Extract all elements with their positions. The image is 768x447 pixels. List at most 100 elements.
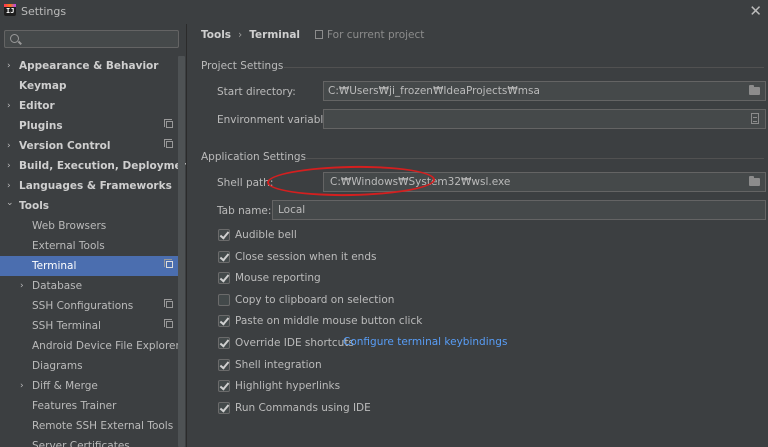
settings-sidebar: › Appearance & Behavior Keymap › Editor … <box>0 24 187 447</box>
chevron-right-icon[interactable]: › <box>7 56 11 76</box>
tab-name-field[interactable]: Local <box>272 200 766 220</box>
sidebar-item-android-device-file-explorer[interactable]: Android Device File Explorer <box>0 336 180 356</box>
sidebar-item-label: Languages & Frameworks <box>19 180 172 192</box>
option-label: Copy to clipboard on selection <box>235 294 395 306</box>
sidebar-item-label: Diagrams <box>32 360 83 372</box>
shell-path-field[interactable]: C:₩Windows₩System32₩wsl.exe <box>323 172 766 192</box>
sidebar-item-database[interactable]: › Database <box>0 276 178 296</box>
checkbox[interactable] <box>218 380 230 392</box>
search-box[interactable] <box>4 30 179 49</box>
settings-tree: › Appearance & Behavior Keymap › Editor … <box>0 56 186 447</box>
sidebar-item-label: Appearance & Behavior <box>19 60 159 72</box>
sidebar-item-plugins[interactable]: Plugins <box>0 116 178 136</box>
sidebar-item-label: SSH Terminal <box>32 320 101 332</box>
sidebar-item-label: SSH Configurations <box>32 300 134 312</box>
project-scope-icon <box>164 139 173 148</box>
chevron-down-icon[interactable]: ⌄ <box>6 193 14 213</box>
checkbox[interactable] <box>218 251 230 263</box>
option-label: Override IDE shortcuts <box>235 337 354 349</box>
sidebar-item-server-certificates[interactable]: Server Certificates <box>0 436 178 447</box>
start-directory-label: Start directory: <box>217 86 296 98</box>
chevron-right-icon[interactable]: › <box>7 136 11 156</box>
checkbox[interactable] <box>218 294 230 306</box>
option-label: Close session when it ends <box>235 251 377 263</box>
sidebar-item-label: Database <box>32 280 83 292</box>
project-scope-icon <box>164 259 173 268</box>
breadcrumb-tools[interactable]: Tools <box>201 29 231 41</box>
scope-hint: For current project <box>315 29 424 41</box>
breadcrumb-separator: › <box>238 29 243 41</box>
project-scope-icon <box>164 319 173 328</box>
checkbox[interactable] <box>218 402 230 414</box>
folder-icon[interactable] <box>749 85 760 95</box>
breadcrumb: Tools › Terminal <box>201 29 300 41</box>
sidebar-item-ssh-configurations[interactable]: SSH Configurations <box>0 296 178 316</box>
chevron-right-icon[interactable]: › <box>7 96 11 116</box>
checkbox[interactable] <box>218 337 230 349</box>
sidebar-item-ssh-terminal[interactable]: SSH Terminal <box>0 316 178 336</box>
start-directory-value: C:₩Users₩ji_frozen₩IdeaProjects₩msa <box>328 85 540 97</box>
settings-content: Tools › Terminal For current project Proje… <box>187 24 768 447</box>
option-label: Audible bell <box>235 229 297 241</box>
sidebar-item-terminal[interactable]: Terminal <box>0 256 178 276</box>
sidebar-item-label: Remote SSH External Tools <box>32 420 174 432</box>
start-directory-field[interactable]: C:₩Users₩ji_frozen₩IdeaProjects₩msa <box>323 81 766 101</box>
sidebar-item-label: Keymap <box>19 80 67 92</box>
sidebar-item-diagrams[interactable]: Diagrams <box>0 356 178 376</box>
sidebar-item-web-browsers[interactable]: Web Browsers <box>0 216 178 236</box>
sidebar-item-build-execution-deployment[interactable]: › Build, Execution, Deployment <box>0 156 186 176</box>
sidebar-item-languages-frameworks[interactable]: › Languages & Frameworks <box>0 176 178 196</box>
edit-document-icon[interactable] <box>751 113 759 124</box>
checkbox[interactable] <box>218 272 230 284</box>
sidebar-item-appearance-behavior[interactable]: › Appearance & Behavior <box>0 56 178 76</box>
chevron-right-icon[interactable]: › <box>20 276 24 296</box>
environment-variables-label: Environment variables: <box>217 114 339 126</box>
sidebar-item-label: Android Device File Explorer <box>32 340 180 352</box>
sidebar-item-label: Version Control <box>19 140 111 152</box>
option-label: Run Commands using IDE <box>235 402 371 414</box>
environment-variables-field[interactable] <box>323 109 766 129</box>
search-icon <box>10 34 19 43</box>
checkbox[interactable] <box>218 315 230 327</box>
project-scope-icon <box>164 119 173 128</box>
sidebar-item-version-control[interactable]: › Version Control <box>0 136 178 156</box>
project-settings-heading: Project Settings <box>201 60 284 72</box>
close-icon[interactable]: ✕ <box>749 2 762 20</box>
sidebar-item-diff-merge[interactable]: › Diff & Merge <box>0 376 178 396</box>
option-label: Mouse reporting <box>235 272 321 284</box>
sidebar-item-label: Plugins <box>19 120 63 132</box>
scope-label: For current project <box>327 29 425 41</box>
shell-path-label: Shell path: <box>217 177 274 189</box>
sidebar-item-label: Diff & Merge <box>32 380 98 392</box>
sidebar-item-label: External Tools <box>32 240 105 252</box>
title-bar: IJ Settings ✕ <box>0 0 768 24</box>
checkbox[interactable] <box>218 229 230 241</box>
checkbox[interactable] <box>218 359 230 371</box>
option-label: Shell integration <box>235 359 322 371</box>
sidebar-item-editor[interactable]: › Editor <box>0 96 178 116</box>
chevron-right-icon[interactable]: › <box>7 156 11 176</box>
sidebar-item-remote-ssh-external-tools[interactable]: Remote SSH External Tools <box>0 416 178 436</box>
sidebar-item-external-tools[interactable]: External Tools <box>0 236 178 256</box>
sidebar-item-label: Tools <box>19 200 50 212</box>
sidebar-item-label: Terminal <box>32 260 77 272</box>
chevron-right-icon[interactable]: › <box>20 376 24 396</box>
search-input[interactable] <box>23 31 177 49</box>
configure-keybindings-link[interactable]: Configure terminal keybindings <box>343 336 507 348</box>
divider <box>284 67 764 68</box>
sidebar-item-label: Features Trainer <box>32 400 117 412</box>
option-label: Paste on middle mouse button click <box>235 315 423 327</box>
sidebar-item-label: Web Browsers <box>32 220 107 232</box>
tab-name-label: Tab name: <box>217 205 272 217</box>
sidebar-item-label: Editor <box>19 100 55 112</box>
folder-icon[interactable] <box>749 176 760 186</box>
sidebar-item-tools[interactable]: ⌄ Tools <box>0 196 178 216</box>
sidebar-scrollbar[interactable] <box>178 56 185 447</box>
sidebar-item-label: Server Certificates <box>32 440 130 447</box>
project-scope-icon <box>164 299 173 308</box>
intellij-logo-icon: IJ <box>4 4 16 16</box>
sidebar-item-features-trainer[interactable]: Features Trainer <box>0 396 178 416</box>
sidebar-item-keymap[interactable]: Keymap <box>0 76 178 96</box>
shell-path-value: C:₩Windows₩System32₩wsl.exe <box>330 176 511 188</box>
application-settings-heading: Application Settings <box>201 151 307 163</box>
